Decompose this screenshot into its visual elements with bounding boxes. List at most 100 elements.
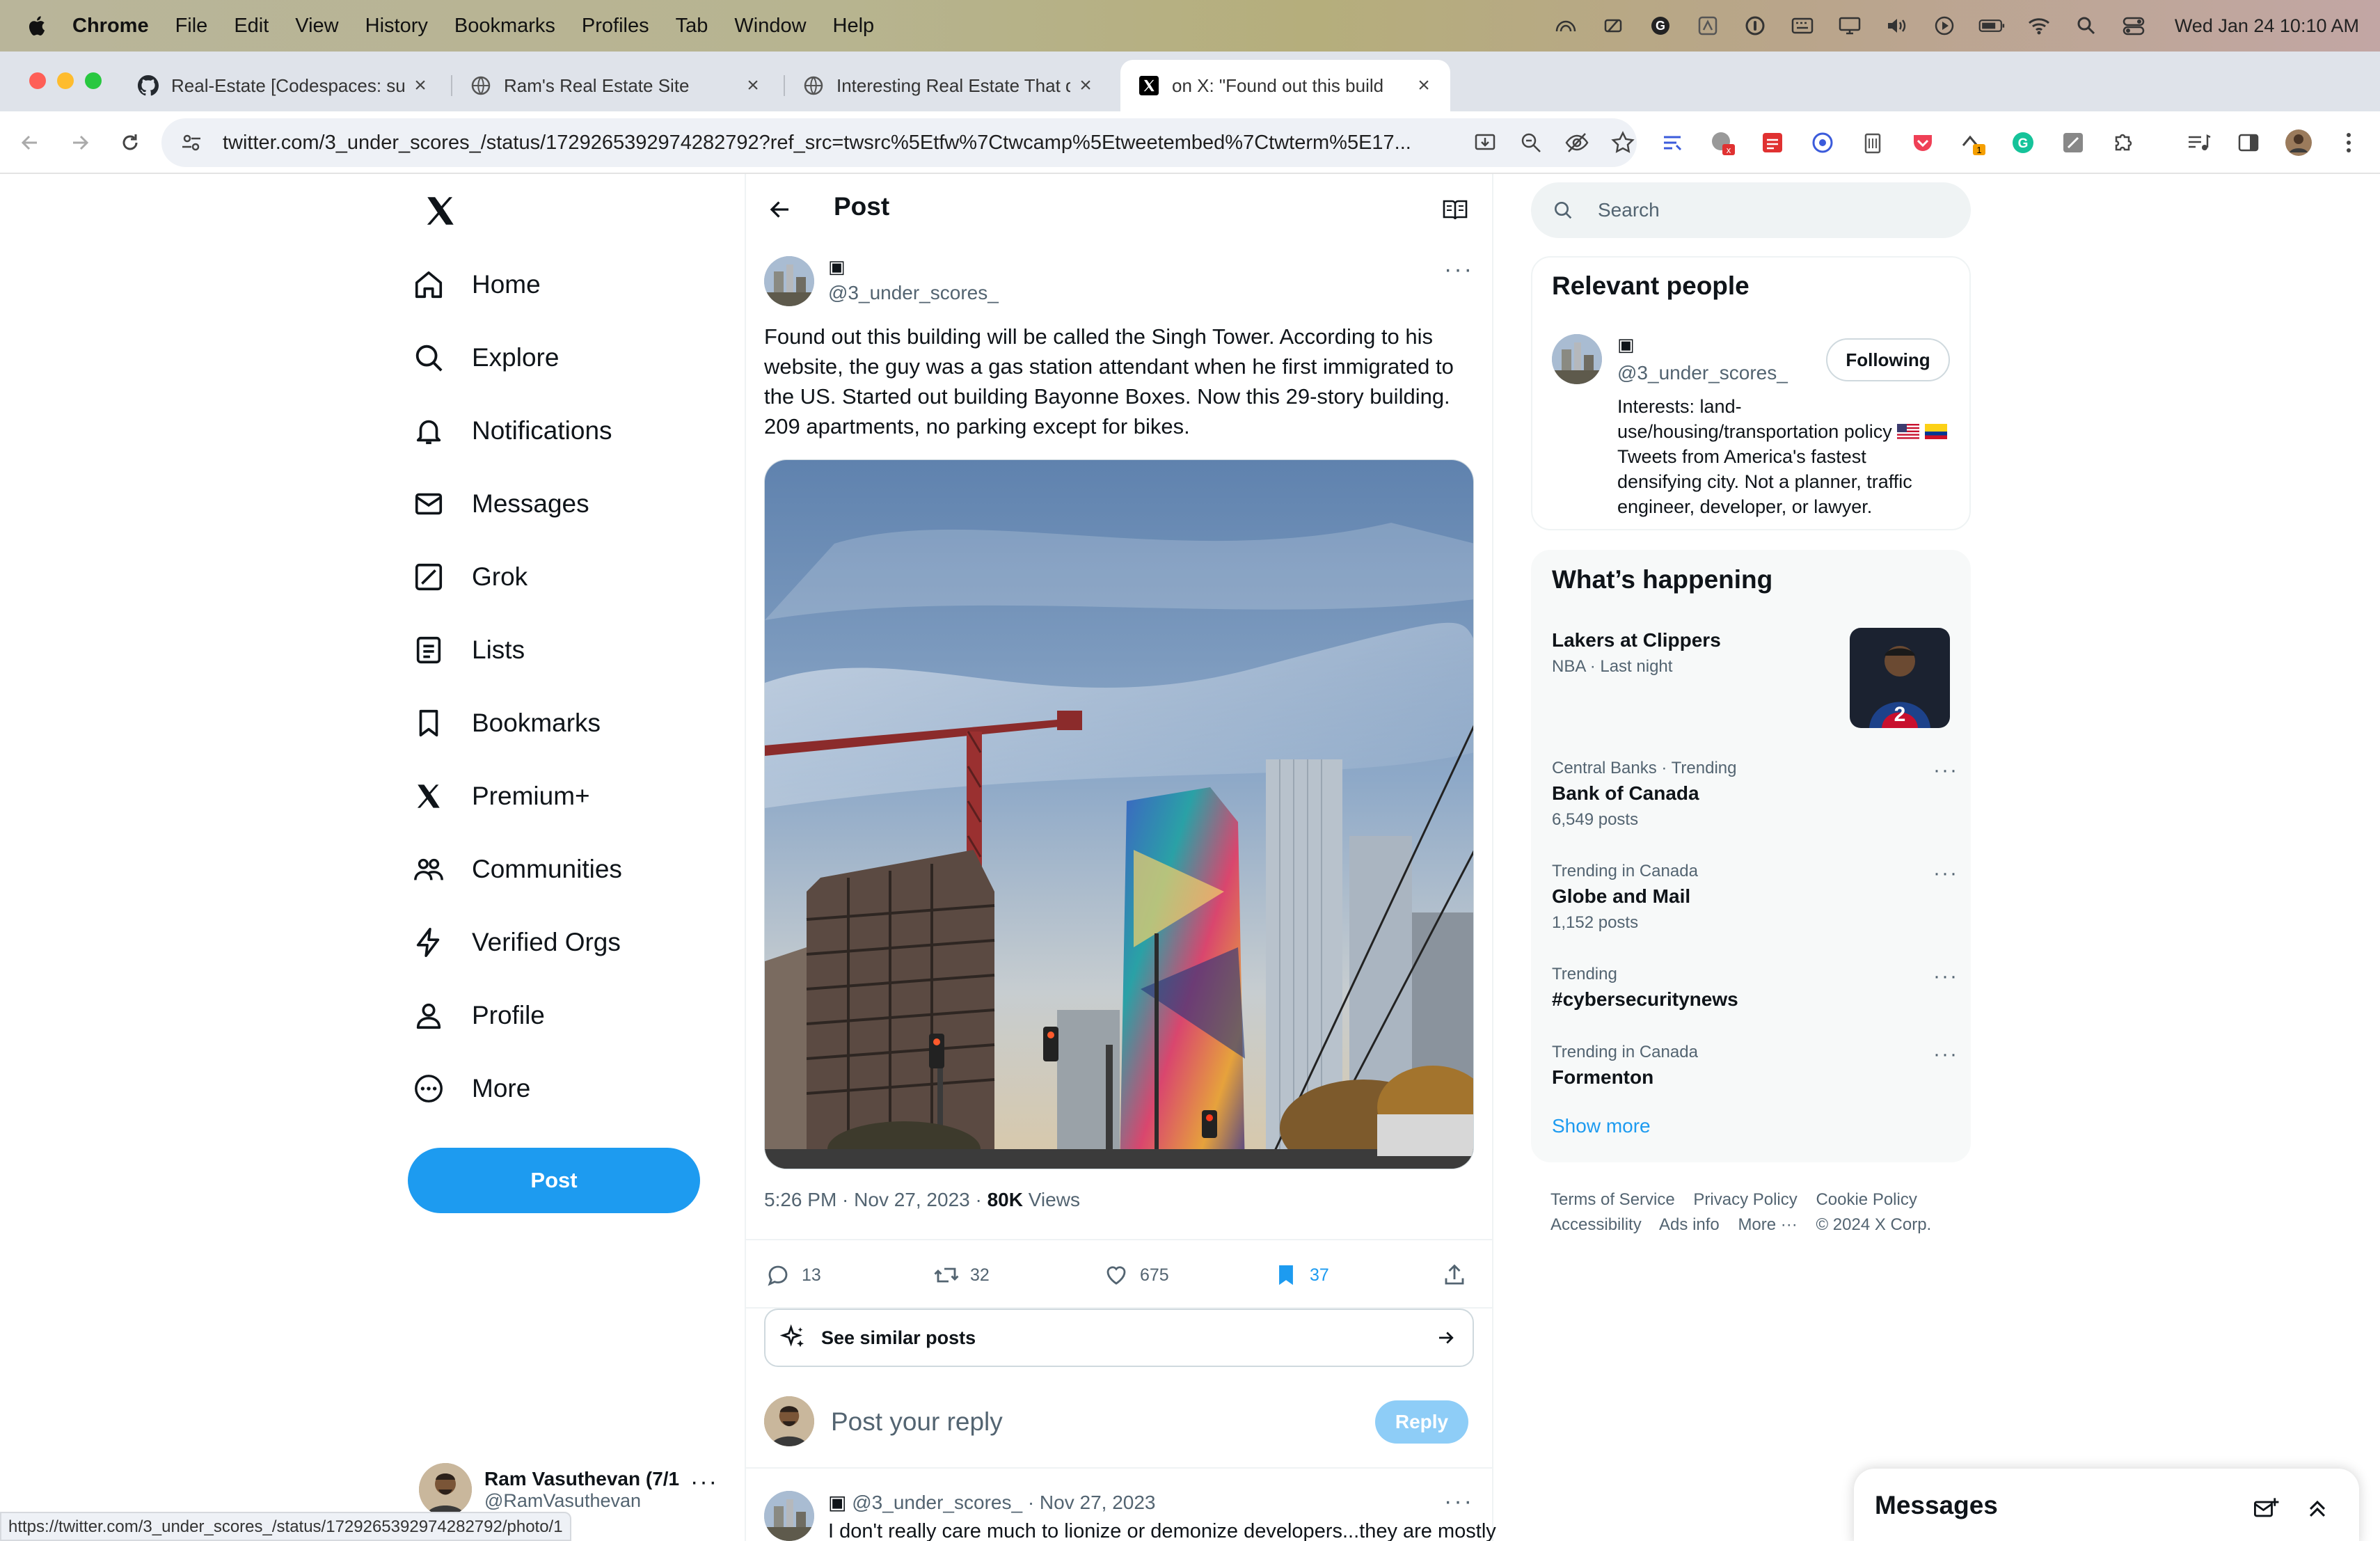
extensions-puzzle-icon[interactable] — [2107, 127, 2139, 159]
wifi-icon[interactable] — [2026, 15, 2052, 36]
extension-icon[interactable] — [1656, 127, 1688, 159]
author-avatar[interactable] — [764, 1491, 814, 1541]
see-similar-posts-button[interactable]: See similar posts — [764, 1309, 1474, 1367]
expand-chevron-icon[interactable] — [2302, 1494, 2333, 1524]
author-info[interactable]: ▣ @3_under_scores_ — [828, 256, 999, 304]
stage-manager-icon[interactable] — [1600, 15, 1626, 36]
tab-close-icon[interactable]: × — [1077, 74, 1094, 97]
creative-cloud-icon[interactable] — [1553, 15, 1579, 36]
nav-more[interactable]: More — [411, 1064, 530, 1113]
reply-action[interactable]: 13 — [764, 1261, 821, 1289]
extension-icon[interactable] — [2057, 127, 2089, 159]
reply-input[interactable]: Post your reply — [831, 1407, 1003, 1437]
post-more-icon[interactable]: ··· — [1444, 256, 1474, 283]
person-avatar[interactable] — [1552, 334, 1602, 384]
trend-more-icon[interactable]: ··· — [1933, 965, 1958, 988]
extension-icon[interactable] — [1807, 127, 1839, 159]
nav-communities[interactable]: Communities — [411, 845, 622, 894]
nav-lists[interactable]: Lists — [411, 626, 525, 674]
trend-item[interactable]: Central Banks · Trending Bank of Canada … — [1552, 759, 1957, 830]
extension-icon[interactable] — [1857, 127, 1889, 159]
compose-post-button[interactable]: Post — [408, 1148, 700, 1213]
keyboard-icon[interactable] — [1789, 15, 1816, 36]
nav-explore[interactable]: Explore — [411, 333, 559, 382]
menu-bookmarks[interactable]: Bookmarks — [454, 15, 555, 38]
tab-close-icon[interactable]: × — [1415, 74, 1432, 97]
menu-clock[interactable]: Wed Jan 24 10:10 AM — [2175, 15, 2359, 37]
grammarly-icon[interactable]: G — [2007, 127, 2039, 159]
person-handle[interactable]: @3_under_scores_ — [1617, 362, 1788, 384]
repost-action[interactable]: 32 — [933, 1261, 990, 1289]
bookmark-star-icon[interactable] — [1609, 129, 1637, 157]
post-photo[interactable] — [764, 459, 1474, 1169]
browser-tab[interactable]: Interesting Real Estate That d × — [785, 60, 1112, 111]
messages-drawer[interactable]: Messages — [1854, 1469, 2359, 1541]
trend-image[interactable]: 2 — [1850, 628, 1950, 728]
footer-link[interactable]: Accessibility — [1550, 1215, 1642, 1234]
window-close-button[interactable] — [29, 72, 46, 89]
url-text[interactable]: twitter.com/3_under_scores_/status/17292… — [223, 132, 1453, 155]
volume-icon[interactable] — [1884, 15, 1910, 36]
extension-icon[interactable] — [1756, 127, 1788, 159]
install-app-icon[interactable] — [1471, 129, 1499, 157]
search-box[interactable]: Search — [1531, 182, 1971, 238]
display-icon[interactable] — [1836, 15, 1863, 36]
zoom-icon[interactable] — [1517, 129, 1545, 157]
menu-edit[interactable]: Edit — [234, 15, 269, 38]
author-avatar[interactable] — [764, 256, 814, 306]
site-info-icon[interactable] — [180, 129, 207, 157]
post-timestamp[interactable]: 5:26 PM · Nov 27, 2023 · — [764, 1189, 987, 1210]
like-action[interactable]: 675 — [1102, 1261, 1169, 1289]
extension-icon[interactable]: x — [1706, 127, 1738, 159]
media-controls-icon[interactable] — [2182, 127, 2214, 159]
app-indicator-icon[interactable] — [1695, 15, 1721, 36]
forward-button[interactable] — [64, 127, 96, 159]
nav-premium[interactable]: Premium+ — [411, 772, 590, 821]
menu-view[interactable]: View — [295, 15, 338, 38]
menu-help[interactable]: Help — [833, 15, 875, 38]
menu-window[interactable]: Window — [734, 15, 806, 38]
trend-item[interactable]: Trending #cybersecuritynews ··· — [1552, 965, 1957, 1011]
eye-slash-icon[interactable] — [1563, 129, 1591, 157]
bookmark-action[interactable]: 37 — [1272, 1261, 1329, 1289]
spotlight-icon[interactable] — [2073, 15, 2100, 36]
share-action[interactable] — [1441, 1261, 1478, 1289]
show-more-link[interactable]: Show more — [1552, 1115, 1651, 1137]
nav-notifications[interactable]: Notifications — [411, 406, 612, 455]
reader-mode-icon[interactable] — [1438, 192, 1473, 227]
reply-post[interactable]: ▣ @3_under_scores_ · Nov 27, 2023 I don'… — [746, 1483, 1496, 1541]
menu-profiles[interactable]: Profiles — [582, 15, 649, 38]
tab-close-icon[interactable]: × — [745, 74, 761, 97]
footer-link[interactable]: Privacy Policy — [1693, 1190, 1797, 1209]
browser-tab[interactable]: Real-Estate [Codespaces: su × — [120, 60, 447, 111]
address-bar[interactable]: twitter.com/3_under_scores_/status/17292… — [161, 118, 1637, 167]
window-zoom-button[interactable] — [85, 72, 102, 89]
trend-item[interactable]: Trending in Canada Formenton ··· — [1552, 1043, 1957, 1089]
profile-avatar[interactable] — [2283, 127, 2315, 159]
side-panel-icon[interactable] — [2232, 127, 2264, 159]
browser-tab-active[interactable]: on X: "Found out this build × — [1120, 60, 1450, 111]
reload-button[interactable] — [114, 127, 146, 159]
account-more-icon[interactable]: ··· — [690, 1469, 718, 1496]
trend-more-icon[interactable]: ··· — [1933, 759, 1958, 782]
play-icon[interactable] — [1931, 15, 1958, 36]
nav-verified-orgs[interactable]: Verified Orgs — [411, 918, 621, 967]
apple-icon[interactable] — [26, 14, 47, 38]
onepassword-icon[interactable] — [1742, 15, 1768, 36]
nav-grok[interactable]: Grok — [411, 553, 527, 601]
reply-button[interactable]: Reply — [1375, 1400, 1468, 1444]
menu-file[interactable]: File — [175, 15, 208, 38]
window-minimize-button[interactable] — [57, 72, 74, 89]
menu-app-name[interactable]: Chrome — [72, 15, 149, 38]
nav-messages[interactable]: Messages — [411, 480, 589, 528]
x-logo-icon[interactable] — [423, 193, 458, 228]
browser-tab[interactable]: Ram's Real Estate Site × — [452, 60, 779, 111]
battery-icon[interactable] — [1978, 15, 2005, 36]
menu-history[interactable]: History — [365, 15, 428, 38]
nav-bookmarks[interactable]: Bookmarks — [411, 699, 601, 748]
pocket-icon[interactable] — [1907, 127, 1939, 159]
footer-link[interactable]: More ··· — [1738, 1215, 1797, 1234]
chrome-menu-icon[interactable] — [2333, 127, 2365, 159]
back-arrow-icon[interactable] — [763, 192, 798, 227]
footer-link[interactable]: Cookie Policy — [1816, 1190, 1917, 1209]
